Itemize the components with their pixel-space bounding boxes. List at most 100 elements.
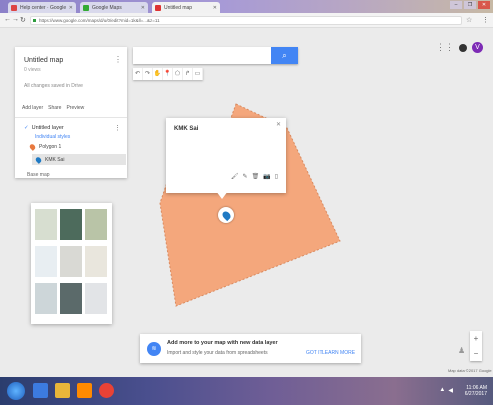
clock[interactable]: 11:06 AM 6/27/2017 [465,385,487,397]
basemap-picker [31,203,112,324]
redo-icon[interactable]: ↷ [143,68,153,80]
basemap-thumb-whitewater[interactable] [85,283,107,314]
share-button[interactable]: Share [48,105,61,111]
notifications-icon[interactable] [459,43,467,52]
back-arrow-icon[interactable]: ← [4,16,11,23]
account-area: ⋮⋮ V [436,42,483,53]
apps-grid-icon[interactable]: ⋮⋮ [436,42,454,53]
search-button[interactable]: ⌕ [271,47,298,64]
map-options-icon[interactable]: ⋮ [114,55,122,64]
tab-google-maps[interactable]: Google Maps ✕ [80,2,148,13]
basemap-thumb-map[interactable] [35,209,57,240]
marker-icon [34,155,43,164]
basemap-thumb-terrain[interactable] [85,209,107,240]
layers-icon: ≋ [147,342,161,356]
layer-item-label: KMK Sai [45,156,65,163]
zoom-in-button[interactable]: + [470,331,482,346]
close-icon[interactable]: ✕ [276,121,281,128]
close-window-button[interactable]: ✕ [478,1,490,9]
street-view-icon[interactable]: ♟ [458,346,465,355]
tab-label: Help center · Google My Maps [20,4,67,11]
ie-icon[interactable] [33,383,48,398]
add-marker-icon[interactable]: 📍 [163,68,173,80]
more-icon[interactable]: ▯ [275,173,278,180]
camera-icon[interactable]: 📷 [263,173,270,180]
clock-date: 6/27/2017 [464,391,487,397]
media-player-icon[interactable] [77,383,92,398]
layer-item[interactable]: Polygon 1 [28,143,62,151]
got-it-button[interactable]: GOT IT [306,350,323,356]
map-views: 0 views [24,67,41,73]
map-title[interactable]: Untitled map [24,57,63,64]
tab-favicon-icon [83,4,89,11]
avatar[interactable]: V [472,42,483,53]
map-legend-panel: Untitled map ⋮ 0 views All changes saved… [15,47,127,178]
forward-arrow-icon[interactable]: → [12,16,19,23]
learn-more-button[interactable]: LEARN MORE [322,350,355,356]
info-window: KMK Sai ✕ 🖌 ✎ 🗑 📷 ▯ [166,118,286,199]
edit-icon[interactable]: ✎ [243,173,248,180]
search-icon: ⌕ [282,51,287,60]
layer-item-selected[interactable]: KMK Sai [32,154,126,165]
delete-icon[interactable]: 🗑 [252,173,260,180]
window-controls: – ❐ ✕ [450,1,490,9]
bookmark-star-icon[interactable]: ☆ [466,16,472,24]
address-bar: ← → ↻ https://www.google.com/maps/d/u/0/… [0,13,493,28]
tab-favicon-icon [11,4,17,11]
network-icon[interactable]: ▲ [439,387,445,394]
start-button[interactable] [7,382,25,400]
tab-untitled-map[interactable]: Untitled map ✕ [152,2,220,13]
basemap-thumb-light-landmass[interactable] [35,283,57,314]
browser-menu-icon[interactable]: ⋮ [482,16,489,24]
tab-help-center[interactable]: Help center · Google My Maps ✕ [8,2,76,13]
basemap-thumb-simple-atlas[interactable] [85,246,107,277]
tab-close-icon[interactable]: ✕ [69,5,73,11]
basemap-thumb-mono-city[interactable] [60,246,82,277]
undo-icon[interactable]: ↶ [133,68,143,80]
zoom-control: + − [470,331,482,361]
layer-style-link[interactable]: Individual styles [35,134,70,140]
basemap-thumb-satellite[interactable] [60,209,82,240]
map-attribution: Map data ©2017 Google [448,368,492,373]
maximize-button[interactable]: ❐ [464,1,476,9]
tab-favicon-icon [155,4,161,11]
info-window-pointer [216,191,228,199]
url-text: https://www.google.com/maps/d/u/0/edit?m… [39,18,160,23]
save-status: All changes saved in Drive [24,83,83,89]
layer-name[interactable]: Untitled layer [24,125,64,131]
minimize-button[interactable]: – [450,1,462,9]
hand-tool-icon[interactable]: ✋ [153,68,163,80]
basemap-thumb-dark-landmass[interactable] [60,283,82,314]
polygon-icon [28,143,37,151]
basemap-thumb-light-political[interactable] [35,246,57,277]
measure-icon[interactable]: ▭ [193,68,203,80]
map-marker[interactable] [218,207,234,223]
drawing-toolbar: ↶ ↷ ✋ 📍 ⬠ ↱ ▭ [133,68,203,80]
basemap-toggle[interactable]: Base map [27,172,50,178]
browser-titlebar: Help center · Google My Maps ✕ Google Ma… [0,0,493,13]
tab-label: Google Maps [92,4,122,11]
data-layer-notice: ≋ Add more to your map with new data lay… [140,334,361,363]
info-window-tools: 🖌 ✎ 🗑 📷 ▯ [231,173,278,180]
add-layer-button[interactable]: Add layer [22,105,43,111]
layer-item-label: Polygon 1 [39,144,62,150]
divider [15,117,127,118]
map-canvas[interactable]: ⋮⋮ V ⌕ ↶ ↷ ✋ 📍 ⬠ ↱ ▭ Untitled map ⋮ 0 vi… [0,28,493,377]
zoom-out-button[interactable]: − [470,346,482,361]
reload-icon[interactable]: ↻ [20,16,26,24]
file-explorer-icon[interactable] [55,383,70,398]
draw-line-icon[interactable]: ⬠ [173,68,183,80]
notice-body: Import and style your data from spreadsh… [167,350,268,356]
style-icon[interactable]: 🖌 [231,173,239,180]
search-input[interactable] [133,47,273,64]
chrome-icon[interactable] [99,383,114,398]
layer-options-icon[interactable]: ⋮ [114,124,121,132]
url-field[interactable]: https://www.google.com/maps/d/u/0/edit?m… [30,16,462,25]
volume-icon[interactable]: ◀ [448,387,453,394]
panel-actions: Add layer Share Preview [22,105,84,111]
tab-close-icon[interactable]: ✕ [141,5,145,11]
tab-label: Untitled map [164,4,193,11]
preview-button[interactable]: Preview [66,105,84,111]
tab-close-icon[interactable]: ✕ [213,5,217,11]
directions-icon[interactable]: ↱ [183,68,193,80]
